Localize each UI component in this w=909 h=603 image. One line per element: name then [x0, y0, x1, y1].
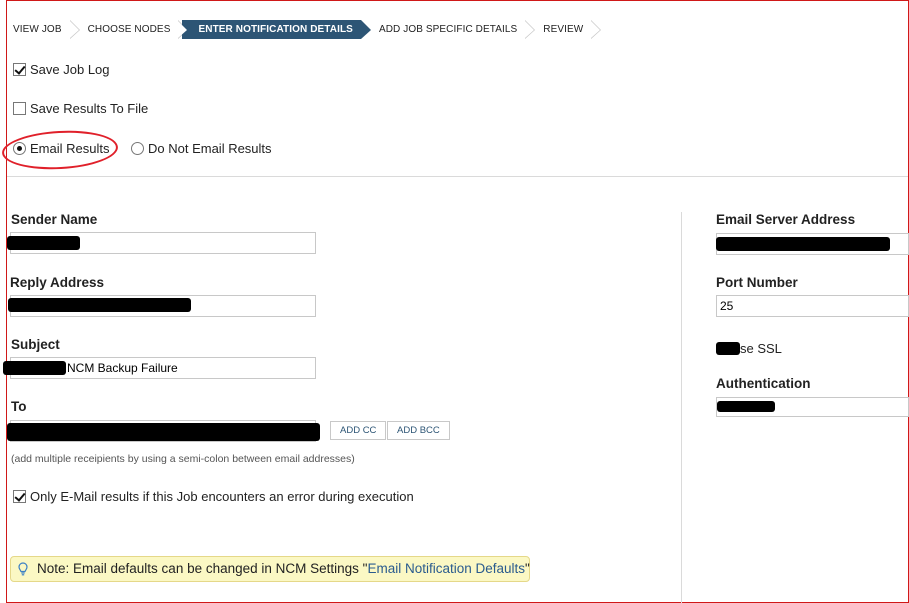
save-results-to-file-option[interactable]: Save Results To File	[13, 101, 148, 116]
redaction-mark	[3, 361, 66, 375]
column-divider	[681, 212, 682, 603]
only-on-error-label: Only E-Mail results if this Job encounte…	[30, 489, 414, 504]
breadcrumb-step-enter-notification-details[interactable]: ENTER NOTIFICATION DETAILS	[182, 20, 372, 39]
redaction-mark	[717, 401, 775, 412]
port-number-label: Port Number	[716, 275, 798, 290]
redaction-mark	[7, 236, 80, 250]
do-not-email-results-radio[interactable]	[131, 142, 144, 155]
authentication-label: Authentication	[716, 376, 811, 391]
save-job-log-option[interactable]: Save Job Log	[13, 62, 110, 77]
email-notification-defaults-link[interactable]: Email Notification Defaults	[367, 561, 525, 576]
subject-label: Subject	[11, 337, 60, 352]
recipients-hint: (add multiple receipients by using a sem…	[11, 453, 355, 465]
email-defaults-note: Note: Email defaults can be changed in N…	[10, 556, 530, 582]
only-on-error-option[interactable]: Only E-Mail results if this Job encounte…	[13, 489, 414, 504]
add-bcc-button[interactable]: ADD BCC	[387, 421, 450, 440]
to-label: To	[11, 399, 27, 414]
port-number-input[interactable]: 25	[716, 295, 909, 317]
redaction-mark	[716, 237, 890, 251]
redaction-mark	[8, 298, 191, 312]
do-not-email-results-option[interactable]: Do Not Email Results	[131, 141, 272, 156]
save-job-log-checkbox[interactable]	[13, 63, 26, 76]
save-results-to-file-label: Save Results To File	[30, 101, 149, 116]
save-results-to-file-checkbox[interactable]	[13, 102, 26, 115]
note-text: Note: Email defaults can be changed in N…	[37, 561, 368, 576]
email-server-address-label: Email Server Address	[716, 212, 856, 227]
section-divider	[7, 176, 908, 177]
note-text-end: "	[525, 561, 530, 576]
only-on-error-checkbox[interactable]	[13, 490, 26, 503]
breadcrumb: VIEW JOB CHOOSE NODES ENTER NOTIFICATION…	[7, 20, 908, 39]
use-ssl-checkbox[interactable]	[716, 342, 740, 355]
breadcrumb-step-review[interactable]: REVIEW	[529, 20, 602, 39]
do-not-email-results-label: Do Not Email Results	[148, 141, 272, 156]
reply-address-label: Reply Address	[10, 275, 105, 290]
use-ssl-option[interactable]: se SSL	[716, 341, 782, 356]
breadcrumb-step-add-job-specific-details[interactable]: ADD JOB SPECIFIC DETAILS	[365, 20, 536, 39]
redaction-mark	[7, 423, 320, 441]
add-cc-button[interactable]: ADD CC	[330, 421, 387, 440]
sender-name-label: Sender Name	[11, 212, 98, 227]
breadcrumb-step-choose-nodes[interactable]: CHOOSE NODES	[74, 20, 189, 39]
lightbulb-icon	[18, 562, 28, 576]
save-job-log-label: Save Job Log	[30, 62, 110, 77]
breadcrumb-step-view-job[interactable]: VIEW JOB	[7, 20, 80, 39]
use-ssl-label: se SSL	[740, 341, 782, 356]
